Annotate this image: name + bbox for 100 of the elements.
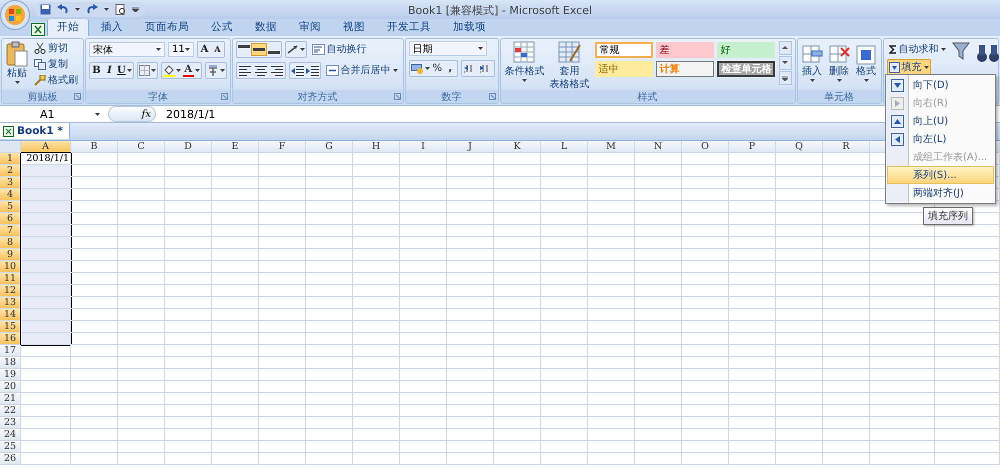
caret-icon[interactable] bbox=[150, 69, 156, 72]
row-header[interactable]: 16 bbox=[0, 333, 21, 345]
format-cells-button[interactable]: 格式 bbox=[854, 41, 878, 88]
row-header[interactable]: 5 bbox=[0, 201, 21, 213]
comma-button[interactable]: , bbox=[444, 62, 457, 75]
row-header[interactable]: 4 bbox=[0, 189, 21, 201]
font-size-dropdown[interactable]: 11 bbox=[168, 42, 194, 57]
row-header[interactable]: 25 bbox=[0, 441, 21, 453]
underline-button[interactable]: U bbox=[116, 64, 133, 77]
save-icon[interactable] bbox=[40, 4, 51, 15]
gallery-more-button[interactable] bbox=[778, 71, 792, 85]
column-header[interactable]: D bbox=[165, 141, 212, 153]
caret-icon[interactable] bbox=[940, 48, 946, 51]
italic-button[interactable]: I bbox=[103, 64, 116, 77]
row-header[interactable]: 9 bbox=[0, 249, 21, 261]
row-header[interactable]: 10 bbox=[0, 261, 21, 273]
column-header[interactable]: N bbox=[635, 141, 682, 153]
align-left-button[interactable] bbox=[236, 64, 253, 77]
dialog-launcher-icon[interactable] bbox=[74, 93, 81, 100]
row-header[interactable]: 23 bbox=[0, 417, 21, 429]
row-header[interactable]: 13 bbox=[0, 297, 21, 309]
row-header[interactable]: 24 bbox=[0, 429, 21, 441]
dialog-launcher-icon[interactable] bbox=[394, 93, 401, 100]
column-header[interactable]: M bbox=[588, 141, 635, 153]
align-center-button[interactable] bbox=[252, 64, 269, 77]
menu-item[interactable]: 向下(D) bbox=[887, 76, 994, 94]
arrow-up-icon[interactable] bbox=[891, 114, 904, 128]
row-header[interactable]: 20 bbox=[0, 381, 21, 393]
column-header[interactable]: E bbox=[212, 141, 259, 153]
cell-style-option[interactable]: 好 bbox=[716, 42, 775, 58]
row-header[interactable]: 22 bbox=[0, 405, 21, 417]
caret-icon[interactable] bbox=[478, 47, 483, 50]
column-header[interactable]: R bbox=[823, 141, 870, 153]
gallery-scroll-up-button[interactable] bbox=[778, 41, 792, 55]
ribbon-tab[interactable]: 插入 bbox=[91, 18, 133, 36]
dialog-launcher-icon[interactable] bbox=[220, 93, 228, 100]
menu-item[interactable]: 系列(S)... bbox=[887, 166, 994, 184]
column-header[interactable]: P bbox=[729, 141, 776, 153]
row-header[interactable]: 18 bbox=[0, 357, 21, 369]
row-header[interactable]: 12 bbox=[0, 285, 21, 297]
percent-button[interactable]: % bbox=[430, 62, 444, 75]
paste-button[interactable]: 粘贴 bbox=[5, 41, 29, 88]
caret-icon[interactable] bbox=[924, 66, 929, 69]
cell-style-option[interactable]: 差 bbox=[656, 42, 714, 58]
ribbon-tab[interactable]: 数据 bbox=[245, 18, 287, 36]
column-header[interactable]: C bbox=[118, 141, 165, 153]
increase-font-size-button[interactable]: A bbox=[198, 43, 211, 56]
cell-style-option[interactable]: 适中 bbox=[594, 61, 653, 77]
column-header[interactable]: Q bbox=[776, 141, 823, 153]
row-header[interactable]: 6 bbox=[0, 213, 21, 225]
row-header[interactable]: 8 bbox=[0, 237, 21, 249]
undo-icon[interactable] bbox=[57, 4, 69, 15]
insert-function-button[interactable]: fx bbox=[108, 106, 156, 122]
cut-button[interactable]: 剪切 bbox=[32, 41, 80, 56]
font-color-button[interactable]: A bbox=[182, 64, 201, 77]
increase-indent-button[interactable] bbox=[304, 64, 320, 77]
column-header[interactable]: H bbox=[353, 141, 400, 153]
column-header[interactable]: A bbox=[21, 141, 71, 153]
caret-icon[interactable] bbox=[126, 69, 132, 72]
format-painter-button[interactable]: 格式刷 bbox=[32, 73, 80, 88]
align-right-button[interactable] bbox=[268, 64, 285, 77]
row-header[interactable]: 19 bbox=[0, 369, 21, 381]
caret-icon[interactable] bbox=[14, 81, 20, 84]
ribbon-tab[interactable]: 审阅 bbox=[289, 18, 331, 36]
arrow-down-icon[interactable] bbox=[891, 78, 904, 92]
ribbon-tab[interactable]: 开始 bbox=[47, 18, 89, 36]
row-header[interactable]: 2 bbox=[0, 165, 21, 177]
formula-input[interactable]: 2018/1/1 bbox=[166, 108, 216, 120]
font-name-dropdown[interactable]: 宋体 bbox=[89, 42, 165, 57]
row-header[interactable]: 11 bbox=[0, 273, 21, 285]
column-header[interactable]: J bbox=[447, 141, 494, 153]
autosum-button[interactable]: 自动求和 bbox=[886, 41, 948, 58]
merge-center-button[interactable]: 合并后居中 bbox=[324, 62, 400, 79]
row-header[interactable]: 7 bbox=[0, 225, 21, 237]
dialog-launcher-icon[interactable] bbox=[488, 93, 496, 100]
column-header[interactable]: L bbox=[541, 141, 588, 153]
wrap-text-button[interactable]: 自动换行 bbox=[310, 41, 369, 58]
caret-icon[interactable] bbox=[300, 48, 305, 51]
column-header[interactable]: F bbox=[259, 141, 306, 153]
bold-button[interactable]: B bbox=[90, 64, 103, 77]
print-preview-icon[interactable] bbox=[115, 4, 126, 15]
row-header[interactable]: 17 bbox=[0, 345, 21, 357]
column-header[interactable]: G bbox=[306, 141, 353, 153]
number-format-dropdown[interactable]: 日期 bbox=[408, 41, 487, 56]
menu-item[interactable]: 向上(U) bbox=[887, 112, 994, 130]
insert-cells-button[interactable]: 插入 bbox=[800, 41, 824, 88]
row-header[interactable]: 15 bbox=[0, 321, 21, 333]
menu-item[interactable]: 两端对齐(J) bbox=[887, 184, 994, 202]
row-header[interactable]: 21 bbox=[0, 393, 21, 405]
caret-icon[interactable] bbox=[95, 112, 100, 116]
caret-icon[interactable] bbox=[104, 8, 109, 11]
middle-align-button[interactable] bbox=[250, 43, 267, 56]
column-header[interactable]: B bbox=[71, 141, 118, 153]
caret-icon[interactable] bbox=[176, 69, 181, 72]
cell-style-option[interactable]: 常规 bbox=[594, 42, 653, 58]
gallery-scroll-down-button[interactable] bbox=[778, 56, 792, 70]
ribbon-tab[interactable]: 开发工具 bbox=[377, 18, 441, 36]
ribbon-tab[interactable]: 页面布局 bbox=[135, 18, 199, 36]
caret-icon[interactable] bbox=[220, 69, 225, 72]
caret-icon[interactable] bbox=[864, 79, 869, 82]
